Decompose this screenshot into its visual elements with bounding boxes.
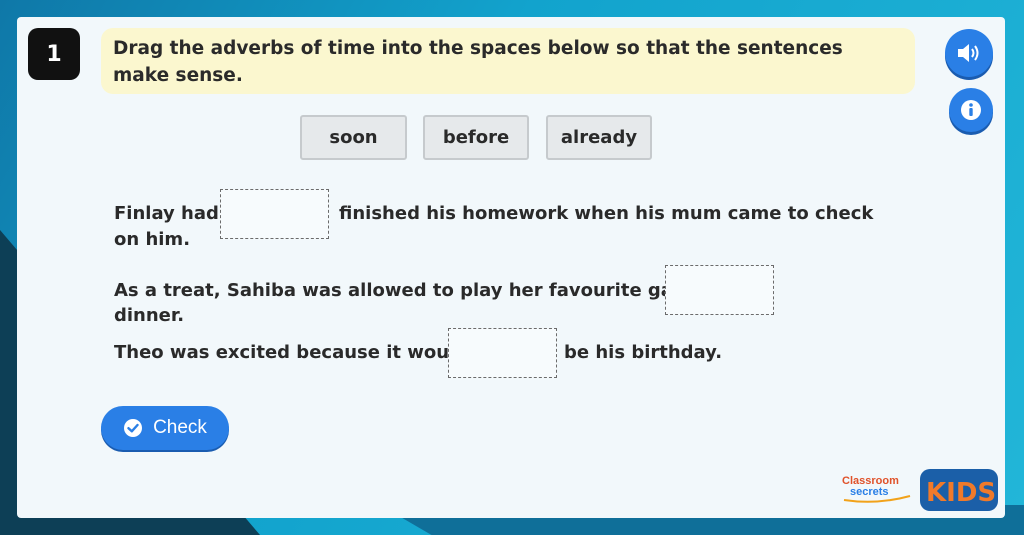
sentence-2-start: As a treat, Sahiba was allowed to play h… xyxy=(114,280,704,301)
sentence-3-start: Theo was excited because it would xyxy=(114,342,469,363)
logo-kids: KIDS xyxy=(926,478,996,508)
word-chip-already[interactable]: already xyxy=(546,115,652,160)
drop-zone-1[interactable] xyxy=(220,189,329,239)
speaker-icon xyxy=(958,44,979,62)
check-button-label: Check xyxy=(153,417,207,438)
word-chip-soon[interactable]: soon xyxy=(300,115,407,160)
sentence-3-end: be his birthday. xyxy=(564,342,723,363)
info-button[interactable] xyxy=(949,88,993,132)
check-button[interactable]: Check xyxy=(101,406,229,450)
sentence-1-continuation: on him. xyxy=(114,229,191,250)
checkmark-circle-icon xyxy=(124,419,143,437)
sound-button[interactable] xyxy=(945,29,993,77)
classroom-secrets-kids-logo: Classroom secrets KIDS xyxy=(842,469,998,511)
drop-zone-2[interactable] xyxy=(665,265,774,315)
sentence-2-continuation: dinner. xyxy=(114,305,185,326)
info-icon xyxy=(961,100,981,120)
question-number: 1 xyxy=(28,28,80,80)
word-chip-before[interactable]: before xyxy=(423,115,529,160)
drop-zone-3[interactable] xyxy=(448,328,557,378)
logo-brand-bottom: secrets xyxy=(850,486,889,498)
instruction-text: Drag the adverbs of time into the spaces… xyxy=(101,28,915,94)
sentence-1-end: finished his homework when his mum came … xyxy=(339,203,874,224)
sentence-1-start: Finlay had xyxy=(114,203,219,224)
